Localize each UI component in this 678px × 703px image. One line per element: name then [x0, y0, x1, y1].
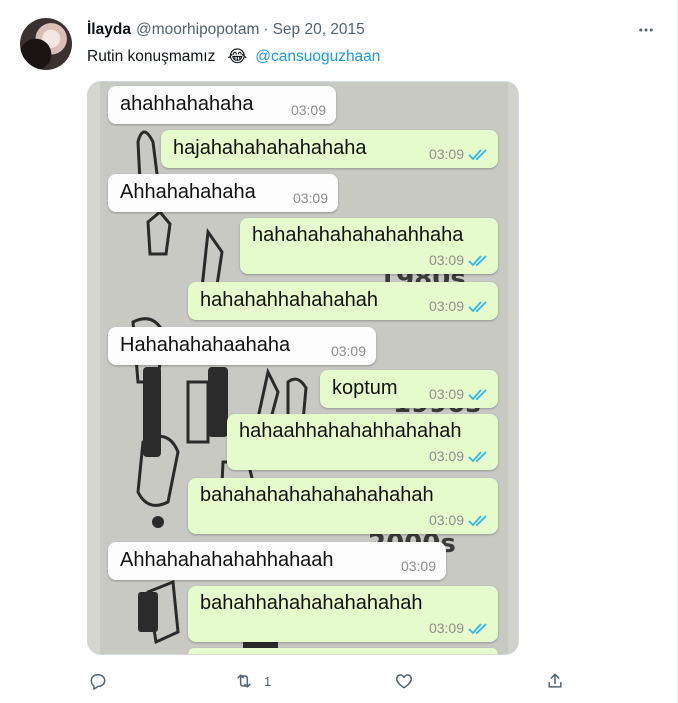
tweet-date[interactable]: Sep 20, 2015	[273, 21, 365, 39]
retweet-button[interactable]: 1	[234, 666, 271, 696]
double-check-icon	[468, 389, 487, 401]
chat-bubble-outgoing: koptum 03:09	[320, 370, 498, 408]
message-time: 03:09	[330, 343, 366, 359]
message-time: 03:09	[428, 298, 464, 314]
more-horizontal-icon	[639, 28, 653, 32]
share-button[interactable]	[545, 666, 565, 696]
tweet-media-image[interactable]: 1970 1980s 1990s 2000s ahahhahahaha 03:0…	[87, 81, 519, 655]
reply-icon	[90, 674, 106, 690]
tears-of-joy-emoji: 😂	[227, 47, 248, 66]
reply-button[interactable]	[88, 666, 108, 696]
avatar[interactable]	[20, 18, 72, 70]
message-text: Ahhahahahahahhahaah	[120, 549, 334, 571]
double-check-icon	[468, 623, 487, 635]
message-text: hahahahhahahahah	[200, 289, 378, 311]
tweet-header: İlayda @moorhipopotam · Sep 20, 2015	[87, 20, 365, 40]
chat-bubble-outgoing: hahahahahahahahhaha 03:09	[240, 218, 498, 274]
message-time: 03:09	[290, 102, 326, 118]
chat-bubble-outgoing: bahahahahahahahahahah 03:09	[188, 478, 498, 534]
double-check-icon	[468, 451, 487, 463]
chat-bubble-outgoing: hahaahhahahahhahahah 03:09	[227, 414, 498, 470]
display-name[interactable]: İlayda	[87, 21, 131, 39]
double-check-icon	[468, 255, 487, 267]
message-text: hajahahahahahahaha	[173, 137, 367, 159]
message-time: 03:09	[428, 620, 464, 636]
chat-bubble-outgoing: hahahahhahahahah 03:09	[188, 282, 498, 320]
heart-icon	[395, 674, 413, 689]
message-time: 03:09	[428, 146, 464, 162]
message-time: 03:09	[428, 252, 464, 268]
message-time: 03:09	[428, 386, 464, 402]
tweet[interactable]: İlayda @moorhipopotam · Sep 20, 2015 Rut…	[0, 0, 678, 703]
chat-bubble-outgoing-partial	[188, 648, 498, 654]
message-text: ahahhahahaha	[120, 93, 254, 115]
retweet-count: 1	[264, 673, 272, 689]
share-icon	[548, 673, 562, 688]
message-text: hahaahhahahahhahahah	[239, 420, 462, 442]
message-text: Hahahahahaahaha	[120, 334, 291, 356]
chat-bubble-incoming: ahahhahahaha 03:09	[108, 86, 336, 124]
more-options-button[interactable]	[634, 18, 658, 42]
chat-bubble-incoming: Hahahahahaahaha 03:09	[108, 327, 376, 365]
chat-bubble-incoming: Ahhahahahahahhahaah 03:09	[108, 542, 446, 580]
separator-dot: ·	[263, 21, 269, 38]
tweet-body: Rutin konuşmamız	[87, 48, 216, 65]
message-time: 03:09	[428, 448, 464, 464]
chat-bubble-outgoing: hajahahahahahahaha 03:09	[161, 130, 498, 168]
message-text: koptum	[332, 377, 398, 399]
message-text: bahahhahahahahahahah	[200, 592, 423, 614]
user-handle[interactable]: @moorhipopotam	[136, 21, 259, 39]
message-time: 03:09	[292, 190, 328, 206]
double-check-icon	[468, 515, 487, 527]
chat-bubble-incoming: Ahhahahahaha 03:09	[108, 174, 338, 212]
message-text: bahahahahahahahahahah	[200, 484, 434, 506]
tweet-actions: 1	[0, 666, 678, 696]
double-check-icon	[468, 301, 487, 313]
message-text: hahahahahahahahhaha	[252, 224, 464, 246]
mention-link[interactable]: @cansuoguzhaan	[255, 48, 380, 66]
double-check-icon	[468, 149, 487, 161]
chat-bubble-outgoing: bahahhahahahahahahah 03:09	[188, 586, 498, 642]
message-text: Ahhahahahaha	[120, 181, 256, 203]
message-time: 03:09	[400, 558, 436, 574]
tweet-text: Rutin konuşmamız 😂 @cansuoguzhaan	[87, 46, 380, 68]
retweet-icon	[237, 674, 251, 688]
message-time: 03:09	[428, 512, 464, 528]
like-button[interactable]	[394, 666, 414, 696]
